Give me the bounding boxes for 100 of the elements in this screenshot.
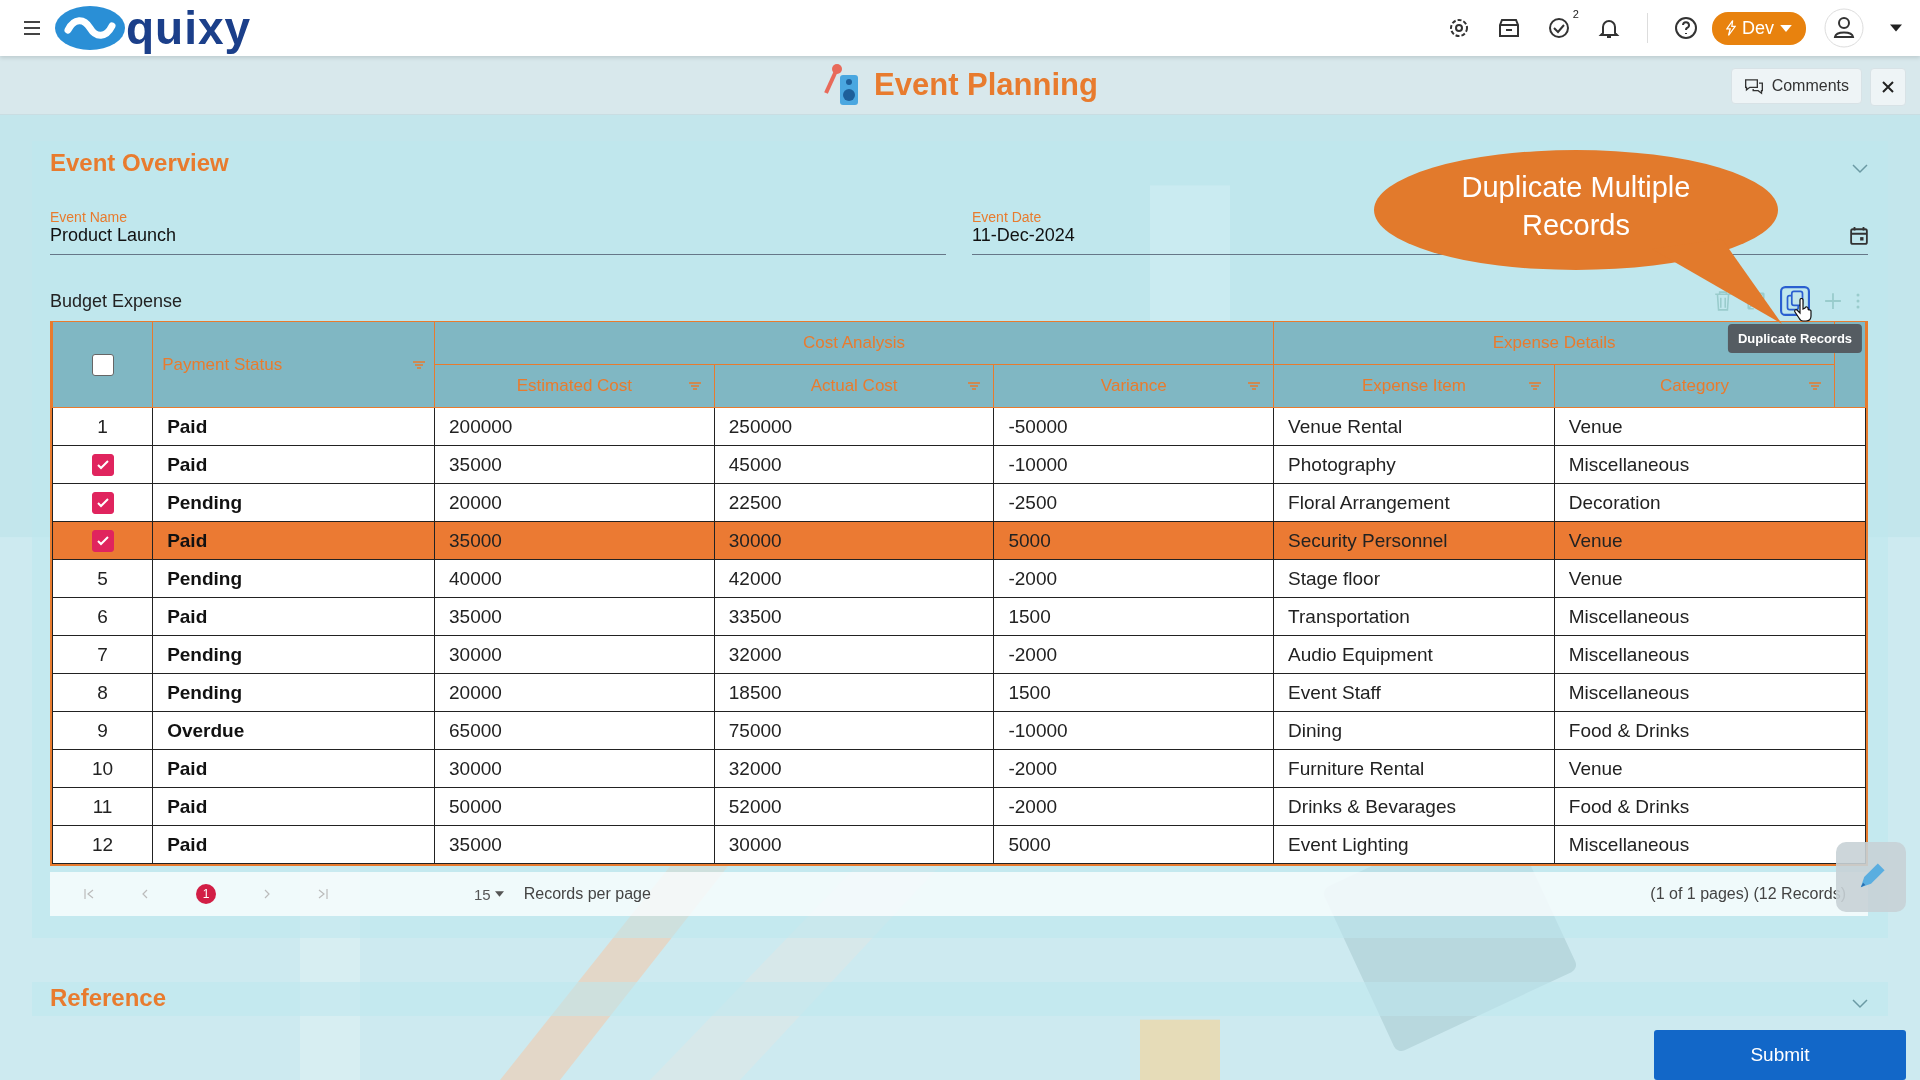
table-cell: -2500 <box>1008 491 1058 513</box>
logo-icon <box>54 4 126 53</box>
table-cell: 20000 <box>449 681 502 703</box>
table-cell: 50000 <box>449 795 502 817</box>
table-row[interactable]: 1 Paid 200000 250000 -50000 Venue Rental Venue <box>52 407 1866 446</box>
table-cell: Paid <box>167 833 208 855</box>
row-number: 9 <box>97 719 108 741</box>
input-field[interactable]: Event Name Product Launch <box>50 209 946 255</box>
filter-icon[interactable] <box>1809 382 1822 390</box>
table-cell: Furniture Rental <box>1288 757 1425 779</box>
page-title: Event Planning <box>874 67 1098 104</box>
caret-icon <box>1780 24 1792 32</box>
row-checkbox[interactable] <box>91 530 114 552</box>
table-cell: Event Lighting <box>1288 833 1409 855</box>
table-cell: 35000 <box>449 605 502 627</box>
section-title: Reference <box>50 984 167 1012</box>
table-row[interactable]: 11 Paid 50000 52000 -2000 Drinks & Bevarages Food & Drinks <box>52 787 1866 826</box>
table-cell: Stage floor <box>1288 567 1380 589</box>
row-number: 10 <box>92 757 114 779</box>
check-circle-icon[interactable] <box>1547 16 1571 41</box>
filter-icon[interactable] <box>413 360 426 369</box>
table-cell: 30000 <box>728 833 782 855</box>
table-cell: 5000 <box>1008 833 1051 855</box>
check-icon <box>96 460 109 470</box>
table-cell: Miscellaneous <box>1568 605 1690 627</box>
table-cell: Transportation <box>1288 605 1410 627</box>
table-cell: Miscellaneous <box>1568 643 1690 665</box>
table-row[interactable]: 10 Paid 30000 32000 -2000 Furniture Rental Venue <box>52 749 1866 788</box>
row-checkbox[interactable] <box>91 492 114 514</box>
table-cell: 33500 <box>728 605 782 627</box>
callout-text: Duplicate Multiple Records <box>1460 170 1692 243</box>
table-cell: 65000 <box>449 719 502 741</box>
filter-icon[interactable] <box>688 382 701 390</box>
table-cell: Overdue <box>167 719 245 741</box>
calendar-icon[interactable] <box>1850 226 1868 245</box>
close-button[interactable] <box>1870 68 1906 107</box>
first-page-icon[interactable] <box>84 889 94 899</box>
row-number: 6 <box>97 605 108 627</box>
table-row[interactable]: Paid 35000 45000 -10000 Photography Miscellaneous <box>52 445 1866 484</box>
column-group-header: Expense Details <box>1492 333 1616 352</box>
chevron-icon[interactable] <box>1852 164 1868 174</box>
table-cell: -2000 <box>1008 567 1058 589</box>
table-cell: Venue <box>1568 567 1623 589</box>
table-cell: 30000 <box>728 529 782 551</box>
row-checkbox[interactable] <box>91 454 114 476</box>
table-row[interactable]: Pending 20000 22500 -2500 Floral Arrangement Decoration <box>52 483 1866 522</box>
table-cell: 200000 <box>449 415 513 437</box>
comments-button[interactable]: Comments <box>1730 68 1862 105</box>
tooltip: Duplicate Records <box>1727 324 1863 353</box>
chevron-icon[interactable] <box>1852 999 1868 1009</box>
caret-icon <box>494 891 504 897</box>
table-cell: Pending <box>167 643 243 665</box>
table-cell: 32000 <box>728 643 782 665</box>
filter-icon[interactable] <box>1528 382 1541 390</box>
page-size-dropdown[interactable]: 15 <box>474 885 504 903</box>
table-cell: -10000 <box>1008 453 1068 475</box>
caret-icon[interactable] <box>1890 24 1902 33</box>
table-cell: 18500 <box>728 681 782 703</box>
table-cell: Venue <box>1568 757 1623 779</box>
table-cell: Security Personnel <box>1288 529 1448 551</box>
table-cell: 30000 <box>449 757 502 779</box>
column-group-header: Cost Analysis <box>803 333 906 352</box>
table-row[interactable]: Paid 35000 30000 5000 Security Personnel Venue <box>52 521 1866 560</box>
row-number: 8 <box>97 681 108 703</box>
user-avatar-icon[interactable] <box>1824 8 1864 49</box>
table-cell: Pending <box>167 681 243 703</box>
table-cell: 1500 <box>1008 681 1051 703</box>
help-icon[interactable] <box>1674 16 1698 41</box>
next-page-icon[interactable] <box>262 889 272 899</box>
table-cell: Pending <box>167 491 243 513</box>
table-row[interactable]: 6 Paid 35000 33500 1500 Transportation Miscellaneous <box>52 597 1866 636</box>
table-cell: -10000 <box>1008 719 1068 741</box>
table-cell: 52000 <box>728 795 782 817</box>
row-number: 1 <box>97 415 108 437</box>
table-row[interactable]: 5 Pending 40000 42000 -2000 Stage floor Venue <box>52 559 1866 598</box>
row-number: 12 <box>92 833 114 855</box>
table-cell: Paid <box>167 453 208 475</box>
table-row[interactable]: 9 Overdue 65000 75000 -10000 Dining Food & Drinks <box>52 711 1866 750</box>
previous-page-icon[interactable] <box>140 889 150 899</box>
filter-icon[interactable] <box>968 382 981 390</box>
table-cell: Venue <box>1568 415 1623 437</box>
table-cell: Miscellaneous <box>1568 453 1690 475</box>
more-icon[interactable] <box>1856 293 1860 309</box>
table-cell: -50000 <box>1008 415 1068 437</box>
add-icon[interactable] <box>1824 292 1842 310</box>
page-size-label: Records per page <box>523 885 651 903</box>
filter-icon[interactable] <box>1248 382 1261 390</box>
select-all-checkbox[interactable] <box>91 353 114 376</box>
submit-button[interactable]: Submit <box>1654 1030 1906 1080</box>
menu-icon[interactable] <box>24 21 40 36</box>
page-number[interactable]: 1 <box>196 884 216 904</box>
table-row[interactable]: 7 Pending 30000 32000 -2000 Audio Equipment Miscellaneous <box>52 635 1866 674</box>
last-page-icon[interactable] <box>318 889 328 899</box>
table-cell: -2000 <box>1008 757 1058 779</box>
table-row[interactable]: 8 Pending 20000 18500 1500 Event Staff Miscellaneous <box>52 673 1866 712</box>
table-cell: 35000 <box>449 453 502 475</box>
table-cell: -2000 <box>1008 643 1058 665</box>
delete-icon[interactable] <box>1714 291 1732 311</box>
row-number: 7 <box>97 643 108 665</box>
table-cell: 32000 <box>728 757 782 779</box>
